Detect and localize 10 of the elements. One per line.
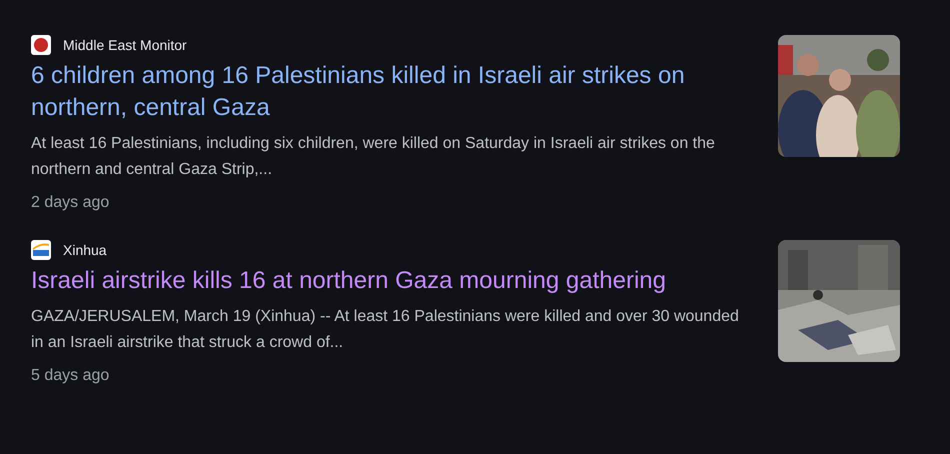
headline-link[interactable]: 6 children among 16 Palestinians killed in Israeli air strikes on northern, central Gaza [31,60,754,124]
news-logo-icon [31,240,51,260]
circle-logo-icon [31,35,51,55]
headline-link[interactable]: Israeli airstrike kills 16 at northern Gaza mourning gathering [31,265,754,297]
source-name: Xinhua [63,240,107,260]
timestamp: 5 days ago [31,366,110,386]
timestamp: 2 days ago [31,193,110,213]
source-name: Middle East Monitor [63,36,187,54]
snippet: At least 16 Palestinians, including six children, were killed on Saturday in Israeli air strikes on the northern and central Gaza Strip,... [31,134,716,180]
snippet: GAZA/JERUSALEM, March 19 (Xinhua) -- At least 16 Palestinians were killed and over 30 wounded in an Israeli airstrike that struck a crowd of... [31,307,740,353]
